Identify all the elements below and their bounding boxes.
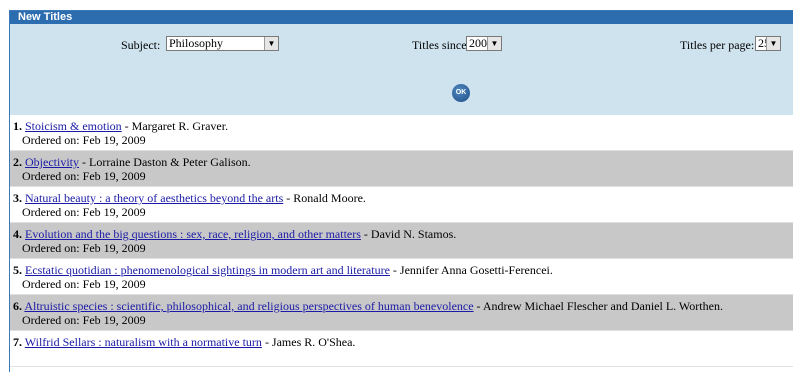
list-item: 5. Ecstatic quotidian : phenomenological… <box>10 259 793 295</box>
list-item: 6. Altruistic species : scientific, phil… <box>10 295 793 331</box>
item-author: - Andrew Michael Flescher and Daniel L. … <box>473 299 723 313</box>
chevron-down-icon: ▼ <box>766 37 780 50</box>
title-link[interactable]: Altruistic species : scientific, philoso… <box>24 299 473 313</box>
panel-title: New Titles <box>10 11 793 24</box>
subject-select-value: Philosophy <box>169 36 224 50</box>
item-number: 4. <box>13 227 22 241</box>
item-ordered-date: Ordered on: Feb 19, 2009 <box>22 277 146 291</box>
item-ordered-date: Ordered on: Feb 19, 2009 <box>22 169 146 183</box>
item-author: - David N. Stamos. <box>360 227 457 241</box>
titles-per-page-label: Titles per page: <box>680 38 755 52</box>
list-item: 1. Stoicism & emotion - Margaret R. Grav… <box>10 115 793 151</box>
subject-label: Subject: <box>121 38 161 52</box>
item-author: - Lorraine Daston & Peter Galison. <box>79 155 251 169</box>
item-ordered-date: Ordered on: Feb 19, 2009 <box>22 313 146 327</box>
list-item: 7. Wilfrid Sellars : naturalism with a n… <box>10 331 793 367</box>
list-item: 3. Natural beauty : a theory of aestheti… <box>10 187 793 223</box>
list-item: 2. Objectivity - Lorraine Daston & Peter… <box>10 151 793 187</box>
item-number: 3. <box>13 191 22 205</box>
titles-list: 1. Stoicism & emotion - Margaret R. Grav… <box>10 115 793 367</box>
chevron-down-icon: ▼ <box>264 37 278 50</box>
titles-since-label: Titles since: <box>412 38 470 52</box>
item-number: 5. <box>13 263 22 277</box>
item-number: 7. <box>13 335 22 349</box>
titles-per-page-select[interactable]: 25 ▼ <box>755 36 781 51</box>
title-link[interactable]: Wilfrid Sellars : naturalism with a norm… <box>25 335 262 349</box>
title-link[interactable]: Stoicism & emotion <box>25 119 122 133</box>
item-author: - Ronald Moore. <box>283 191 366 205</box>
subject-select[interactable]: Philosophy ▼ <box>166 36 279 51</box>
title-link[interactable]: Objectivity <box>25 155 79 169</box>
titles-since-select[interactable]: 2003 ▼ <box>466 36 502 51</box>
item-ordered-date: Ordered on: Feb 19, 2009 <box>22 205 146 219</box>
item-number: 1. <box>13 119 22 133</box>
item-number: 6. <box>13 299 22 313</box>
filter-bar: Subject: Philosophy ▼ Titles since: 2003… <box>10 24 793 115</box>
item-author: - Margaret R. Graver. <box>121 119 229 133</box>
item-ordered-date <box>13 349 22 363</box>
title-link[interactable]: Ecstatic quotidian : phenomenological si… <box>25 263 390 277</box>
item-author: - Jennifer Anna Gosetti-Ferencei. <box>389 263 553 277</box>
item-ordered-date: Ordered on: Feb 19, 2009 <box>22 241 146 255</box>
ok-button[interactable]: OK <box>452 84 470 102</box>
item-ordered-date: Ordered on: Feb 19, 2009 <box>22 133 146 147</box>
title-link[interactable]: Natural beauty : a theory of aesthetics … <box>25 191 283 205</box>
new-titles-panel: New Titles Subject: Philosophy ▼ Titles … <box>9 10 793 372</box>
list-item: 4. Evolution and the big questions : sex… <box>10 223 793 259</box>
title-link[interactable]: Evolution and the big questions : sex, r… <box>25 227 361 241</box>
chevron-down-icon: ▼ <box>487 37 501 50</box>
item-number: 2. <box>13 155 22 169</box>
item-author: - James R. O'Shea. <box>261 335 356 349</box>
